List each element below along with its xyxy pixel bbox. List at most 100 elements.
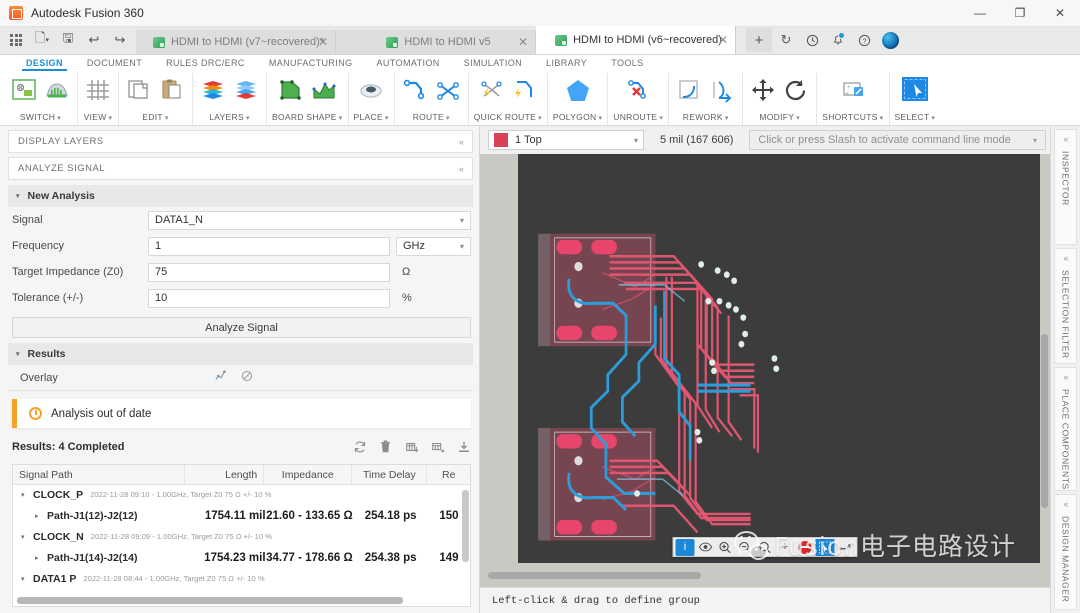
copy-icon[interactable] xyxy=(124,75,154,105)
table-row[interactable]: ▾ DATA1 P 2022-11-28 08:44 - 1.00GHz, Ta… xyxy=(13,569,470,588)
chevron-down-icon[interactable]: ▾ xyxy=(16,192,20,200)
notifications-icon[interactable] xyxy=(826,29,850,51)
table-row[interactable]: ▾ CLOCK_P 2022-11-28 09:10 - 1.00GHz, Ta… xyxy=(13,485,470,504)
column-header-impedance[interactable]: Impedance xyxy=(264,465,352,484)
tab-close-icon[interactable]: ✕ xyxy=(518,36,528,48)
chevron-down-icon[interactable]: ▾ xyxy=(339,115,343,122)
chevron-down-icon[interactable]: ▾ xyxy=(1033,136,1037,145)
ribbon-tab-tools[interactable]: TOOLS xyxy=(599,58,655,68)
table-row[interactable]: ▸ Path-J1(12)-J2(12) 1754.11 mil 21.60 -… xyxy=(13,504,470,527)
chevron-down-icon[interactable]: ▾ xyxy=(109,115,113,122)
new-document-icon[interactable]: 🗋▾ xyxy=(30,29,54,51)
display-layers-panel-header[interactable]: DISPLAY LAYERS « xyxy=(8,130,473,153)
pcb-canvas[interactable]: i + xyxy=(480,154,1050,587)
canvas-horizontal-scrollbar[interactable] xyxy=(488,572,1020,579)
collapse-icon[interactable]: « xyxy=(1063,134,1067,144)
account-avatar[interactable] xyxy=(878,29,902,51)
rotate-icon[interactable] xyxy=(781,75,811,105)
results-section-header[interactable]: ▾ Results xyxy=(8,343,473,365)
rail-item-selection-filter[interactable]: « SELECTION FILTER xyxy=(1054,248,1077,364)
chevron-down-icon[interactable]: ▾ xyxy=(931,115,935,122)
tab-close-icon[interactable]: ✕ xyxy=(318,36,328,48)
ribbon-tab-simulation[interactable]: SIMULATION xyxy=(452,58,534,68)
chevron-down-icon[interactable]: ▾ xyxy=(385,115,389,122)
collapse-icon[interactable]: « xyxy=(459,164,463,174)
switch-board-icon[interactable] xyxy=(42,75,72,105)
column-header-signal-path[interactable]: Signal Path xyxy=(13,465,185,484)
analyze-signal-button[interactable]: Analyze Signal xyxy=(12,317,471,338)
column-header-time-delay[interactable]: Time Delay xyxy=(352,465,427,484)
measure-icon[interactable] xyxy=(836,539,855,556)
chevron-down-icon[interactable]: ▾ xyxy=(796,115,800,122)
chevron-down-icon[interactable]: ▾ xyxy=(880,115,884,122)
place-component-icon[interactable] xyxy=(356,75,386,105)
remove-icon[interactable] xyxy=(796,539,815,556)
overlay-graph-icon[interactable] xyxy=(208,370,234,385)
tolerance-input[interactable]: 10 xyxy=(148,289,390,308)
analyze-signal-panel-header[interactable]: ANALYZE SIGNAL « xyxy=(8,157,473,180)
collapse-icon[interactable]: « xyxy=(1063,372,1067,382)
zoom-in-icon[interactable] xyxy=(716,539,735,556)
help-icon[interactable]: ? xyxy=(852,29,876,51)
chevron-down-icon[interactable]: ▾ xyxy=(725,115,729,122)
new-tab-button[interactable]: + xyxy=(746,28,772,52)
visibility-eye-icon[interactable] xyxy=(696,539,715,556)
ribbon-tab-library[interactable]: LIBRARY xyxy=(534,58,599,68)
paste-icon[interactable] xyxy=(157,75,187,105)
chevron-down-icon[interactable]: ▾ xyxy=(246,115,250,122)
ribbon-tab-rules[interactable]: RULES DRC/ERC xyxy=(154,58,257,68)
layers-settings-icon[interactable] xyxy=(231,75,261,105)
table-row[interactable]: ▸ Path-J1(14)-J2(14) 1754.23 mil 34.77 -… xyxy=(13,546,470,569)
shortcuts-icon[interactable]: ++ xyxy=(838,75,868,105)
chevron-down-icon[interactable]: ▾ xyxy=(634,136,638,145)
chevron-down-icon[interactable]: ▾ xyxy=(460,242,464,251)
ribbon-tab-design[interactable]: DESIGN xyxy=(14,58,75,68)
redo-icon[interactable]: ↪ xyxy=(108,29,132,51)
ribbon-tab-manufacturing[interactable]: MANUFACTURING xyxy=(257,58,365,68)
column-header-length[interactable]: Length xyxy=(185,465,264,484)
document-tab-1[interactable]: HDMI to HDMI (v7~recovered)* ✕ xyxy=(136,30,336,54)
table-export-icon[interactable] xyxy=(430,440,445,455)
unroute-icon[interactable] xyxy=(623,75,653,105)
grid-view-icon[interactable] xyxy=(83,75,113,105)
chevron-down-icon[interactable]: ▾ xyxy=(598,115,602,122)
rail-item-design-manager[interactable]: « DESIGN MANAGER xyxy=(1054,494,1077,610)
route-net-icon[interactable] xyxy=(433,75,463,105)
collapse-icon[interactable]: « xyxy=(1063,499,1067,509)
expand-chevron-icon[interactable]: ▾ xyxy=(21,575,33,583)
expand-chevron-icon[interactable]: ▸ xyxy=(35,512,47,520)
chevron-down-icon[interactable]: ▾ xyxy=(446,115,450,122)
expand-chevron-icon[interactable]: ▾ xyxy=(21,491,33,499)
add-icon[interactable]: + xyxy=(776,539,795,556)
layers-stack-icon[interactable] xyxy=(198,75,228,105)
frequency-unit-select[interactable]: GHz ▾ xyxy=(396,237,471,256)
collapse-icon[interactable]: « xyxy=(1063,253,1067,263)
refresh-results-icon[interactable] xyxy=(352,440,367,455)
collapse-icon[interactable]: « xyxy=(459,137,463,147)
select-cursor-icon[interactable] xyxy=(900,75,930,105)
rail-item-place-components[interactable]: « PLACE COMPONENTS xyxy=(1054,367,1077,491)
quick-route-trace-icon[interactable] xyxy=(509,75,539,105)
chevron-down-icon[interactable]: ▾ xyxy=(165,115,169,122)
chevron-down-icon[interactable]: ▾ xyxy=(57,115,61,122)
results-horizontal-scrollbar[interactable] xyxy=(17,597,456,604)
app-grid-icon[interactable] xyxy=(4,29,28,51)
refresh-icon[interactable]: ↻ xyxy=(774,29,798,51)
table-row[interactable]: ▾ CLOCK_N 2022-11-28 09:09 - 1.00GHz, Ta… xyxy=(13,527,470,546)
tab-close-icon[interactable]: ✕ xyxy=(718,34,728,46)
target-impedance-input[interactable]: 75 xyxy=(148,263,390,282)
chevron-down-icon[interactable]: ▾ xyxy=(659,115,663,122)
delete-results-icon[interactable] xyxy=(378,440,393,455)
zoom-fit-icon[interactable] xyxy=(756,539,775,556)
signal-select[interactable]: DATA1_N ▾ xyxy=(148,211,471,230)
zoom-out-icon[interactable] xyxy=(736,539,755,556)
info-icon[interactable]: i xyxy=(676,539,695,556)
close-button[interactable]: ✕ xyxy=(1040,0,1080,27)
chevron-down-icon[interactable]: ▾ xyxy=(538,115,542,122)
rework-miter-icon[interactable] xyxy=(674,75,704,105)
undo-icon[interactable]: ↩ xyxy=(82,29,106,51)
move-icon[interactable] xyxy=(748,75,778,105)
polygon-icon[interactable] xyxy=(563,75,593,105)
quick-route-net-icon[interactable] xyxy=(476,75,506,105)
results-vertical-scrollbar[interactable] xyxy=(462,486,469,594)
